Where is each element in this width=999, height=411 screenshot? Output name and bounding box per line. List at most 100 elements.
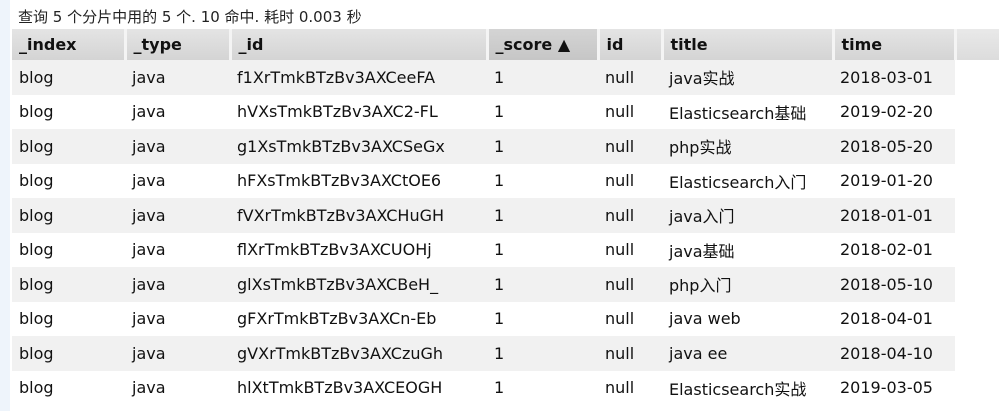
cell-time: 2018-02-01 xyxy=(833,232,955,267)
header-row: _index _type _id _score ▲ id title time xyxy=(12,29,999,60)
cell-score: 1 xyxy=(487,129,598,164)
cell-score: 1 xyxy=(487,336,598,371)
cell-time: 2019-02-20 xyxy=(833,94,955,129)
cell-type: java xyxy=(125,336,230,371)
cell-id: hVXsTmkBTzBv3AXC2-FL xyxy=(230,94,487,129)
table-row[interactable]: blog java g1XsTmkBTzBv3AXCSeGx 1 null php实战 20… xyxy=(12,129,999,164)
table-row[interactable]: blog java glXsTmkBTzBv3AXCBeH_ 1 null php入门 20… xyxy=(12,267,999,302)
cell-title: Elasticsearch基础 xyxy=(662,94,833,129)
cell-time: 2018-03-01 xyxy=(833,60,955,95)
cell-title: java基础 xyxy=(662,232,833,267)
cell-time: 2018-05-20 xyxy=(833,129,955,164)
cell-title: Elasticsearch实战 xyxy=(662,370,833,405)
cell-id: f1XrTmkBTzBv3AXCeeFA xyxy=(230,60,487,95)
cell-title: php入门 xyxy=(662,267,833,302)
cell-filler xyxy=(955,198,999,233)
cell-doc-id: null xyxy=(598,60,662,95)
cell-filler xyxy=(955,267,999,302)
column-header-score-sorted[interactable]: _score ▲ xyxy=(487,29,600,60)
cell-time: 2019-03-05 xyxy=(833,370,955,405)
column-header-filler xyxy=(955,29,999,60)
cell-filler xyxy=(955,336,999,371)
cell-time: 2018-04-01 xyxy=(833,301,955,336)
cell-doc-id: null xyxy=(598,370,662,405)
cell-score: 1 xyxy=(487,301,598,336)
cell-score: 1 xyxy=(487,60,598,95)
table-row[interactable]: blog java hFXsTmkBTzBv3AXCtOE6 1 null Elastic… xyxy=(12,163,999,198)
cell-time: 2018-05-10 xyxy=(833,267,955,302)
cell-id: flXrTmkBTzBv3AXCUOHj xyxy=(230,232,487,267)
cell-index: blog xyxy=(12,60,125,95)
cell-title: php实战 xyxy=(662,129,833,164)
cell-type: java xyxy=(125,198,230,233)
cell-score: 1 xyxy=(487,163,598,198)
query-summary: 查询 5 个分片中用的 5 个. 10 命中. 耗时 0.003 秒 xyxy=(18,8,362,26)
cell-title: Elasticsearch入门 xyxy=(662,163,833,198)
cell-score: 1 xyxy=(487,94,598,129)
cell-type: java xyxy=(125,301,230,336)
table-row[interactable]: blog java fVXrTmkBTzBv3AXCHuGH 1 null java入门 2… xyxy=(12,198,999,233)
cell-index: blog xyxy=(12,267,125,302)
column-header-index[interactable]: _index xyxy=(12,29,127,60)
cell-id: gVXrTmkBTzBv3AXCzuGh xyxy=(230,336,487,371)
results-table: _index _type _id _score ▲ id title time … xyxy=(12,29,999,405)
cell-type: java xyxy=(125,163,230,198)
column-header-doc-id[interactable]: id xyxy=(598,29,664,60)
cell-id: hFXsTmkBTzBv3AXCtOE6 xyxy=(230,163,487,198)
cell-index: blog xyxy=(12,232,125,267)
cell-id: hlXtTmkBTzBv3AXCEOGH xyxy=(230,370,487,405)
cell-index: blog xyxy=(12,198,125,233)
cell-type: java xyxy=(125,370,230,405)
column-header-title[interactable]: title xyxy=(662,29,835,60)
cell-filler xyxy=(955,60,999,95)
cell-doc-id: null xyxy=(598,232,662,267)
cell-type: java xyxy=(125,267,230,302)
cell-score: 1 xyxy=(487,370,598,405)
table-row[interactable]: blog java hVXsTmkBTzBv3AXC2-FL 1 null Elastic… xyxy=(12,94,999,129)
cell-score: 1 xyxy=(487,267,598,302)
cell-title: java入门 xyxy=(662,198,833,233)
column-header-time[interactable]: time xyxy=(833,29,957,60)
cell-type: java xyxy=(125,232,230,267)
cell-type: java xyxy=(125,129,230,164)
cell-score: 1 xyxy=(487,198,598,233)
cell-id: gFXrTmkBTzBv3AXCn-Eb xyxy=(230,301,487,336)
cell-doc-id: null xyxy=(598,267,662,302)
cell-type: java xyxy=(125,94,230,129)
cell-filler xyxy=(955,232,999,267)
cell-doc-id: null xyxy=(598,129,662,164)
cell-title: java实战 xyxy=(662,60,833,95)
table-row[interactable]: blog java flXrTmkBTzBv3AXCUOHj 1 null java基础 2… xyxy=(12,232,999,267)
cell-score: 1 xyxy=(487,232,598,267)
cell-filler xyxy=(955,301,999,336)
cell-filler xyxy=(955,370,999,405)
table-row[interactable]: blog java gFXrTmkBTzBv3AXCn-Eb 1 null java we… xyxy=(12,301,999,336)
cell-time: 2019-01-20 xyxy=(833,163,955,198)
cell-filler xyxy=(955,163,999,198)
cell-title: java web xyxy=(662,301,833,336)
column-header-id[interactable]: _id xyxy=(230,29,489,60)
cell-index: blog xyxy=(12,370,125,405)
cell-title: java ee xyxy=(662,336,833,371)
column-header-type[interactable]: _type xyxy=(125,29,232,60)
cell-filler xyxy=(955,129,999,164)
left-panel-edge xyxy=(0,0,10,411)
cell-doc-id: null xyxy=(598,301,662,336)
cell-index: blog xyxy=(12,129,125,164)
table-row[interactable]: blog java gVXrTmkBTzBv3AXCzuGh 1 null java ee… xyxy=(12,336,999,371)
cell-index: blog xyxy=(12,163,125,198)
cell-time: 2018-04-10 xyxy=(833,336,955,371)
cell-index: blog xyxy=(12,301,125,336)
cell-filler xyxy=(955,94,999,129)
table-row[interactable]: blog java hlXtTmkBTzBv3AXCEOGH 1 null Elastic… xyxy=(12,370,999,405)
cell-doc-id: null xyxy=(598,198,662,233)
cell-index: blog xyxy=(12,336,125,371)
cell-time: 2018-01-01 xyxy=(833,198,955,233)
cell-index: blog xyxy=(12,94,125,129)
table-row[interactable]: blog java f1XrTmkBTzBv3AXCeeFA 1 null java实战 2… xyxy=(12,60,999,95)
cell-doc-id: null xyxy=(598,336,662,371)
cell-doc-id: null xyxy=(598,94,662,129)
cell-id: g1XsTmkBTzBv3AXCSeGx xyxy=(230,129,487,164)
cell-doc-id: null xyxy=(598,163,662,198)
cell-id: fVXrTmkBTzBv3AXCHuGH xyxy=(230,198,487,233)
